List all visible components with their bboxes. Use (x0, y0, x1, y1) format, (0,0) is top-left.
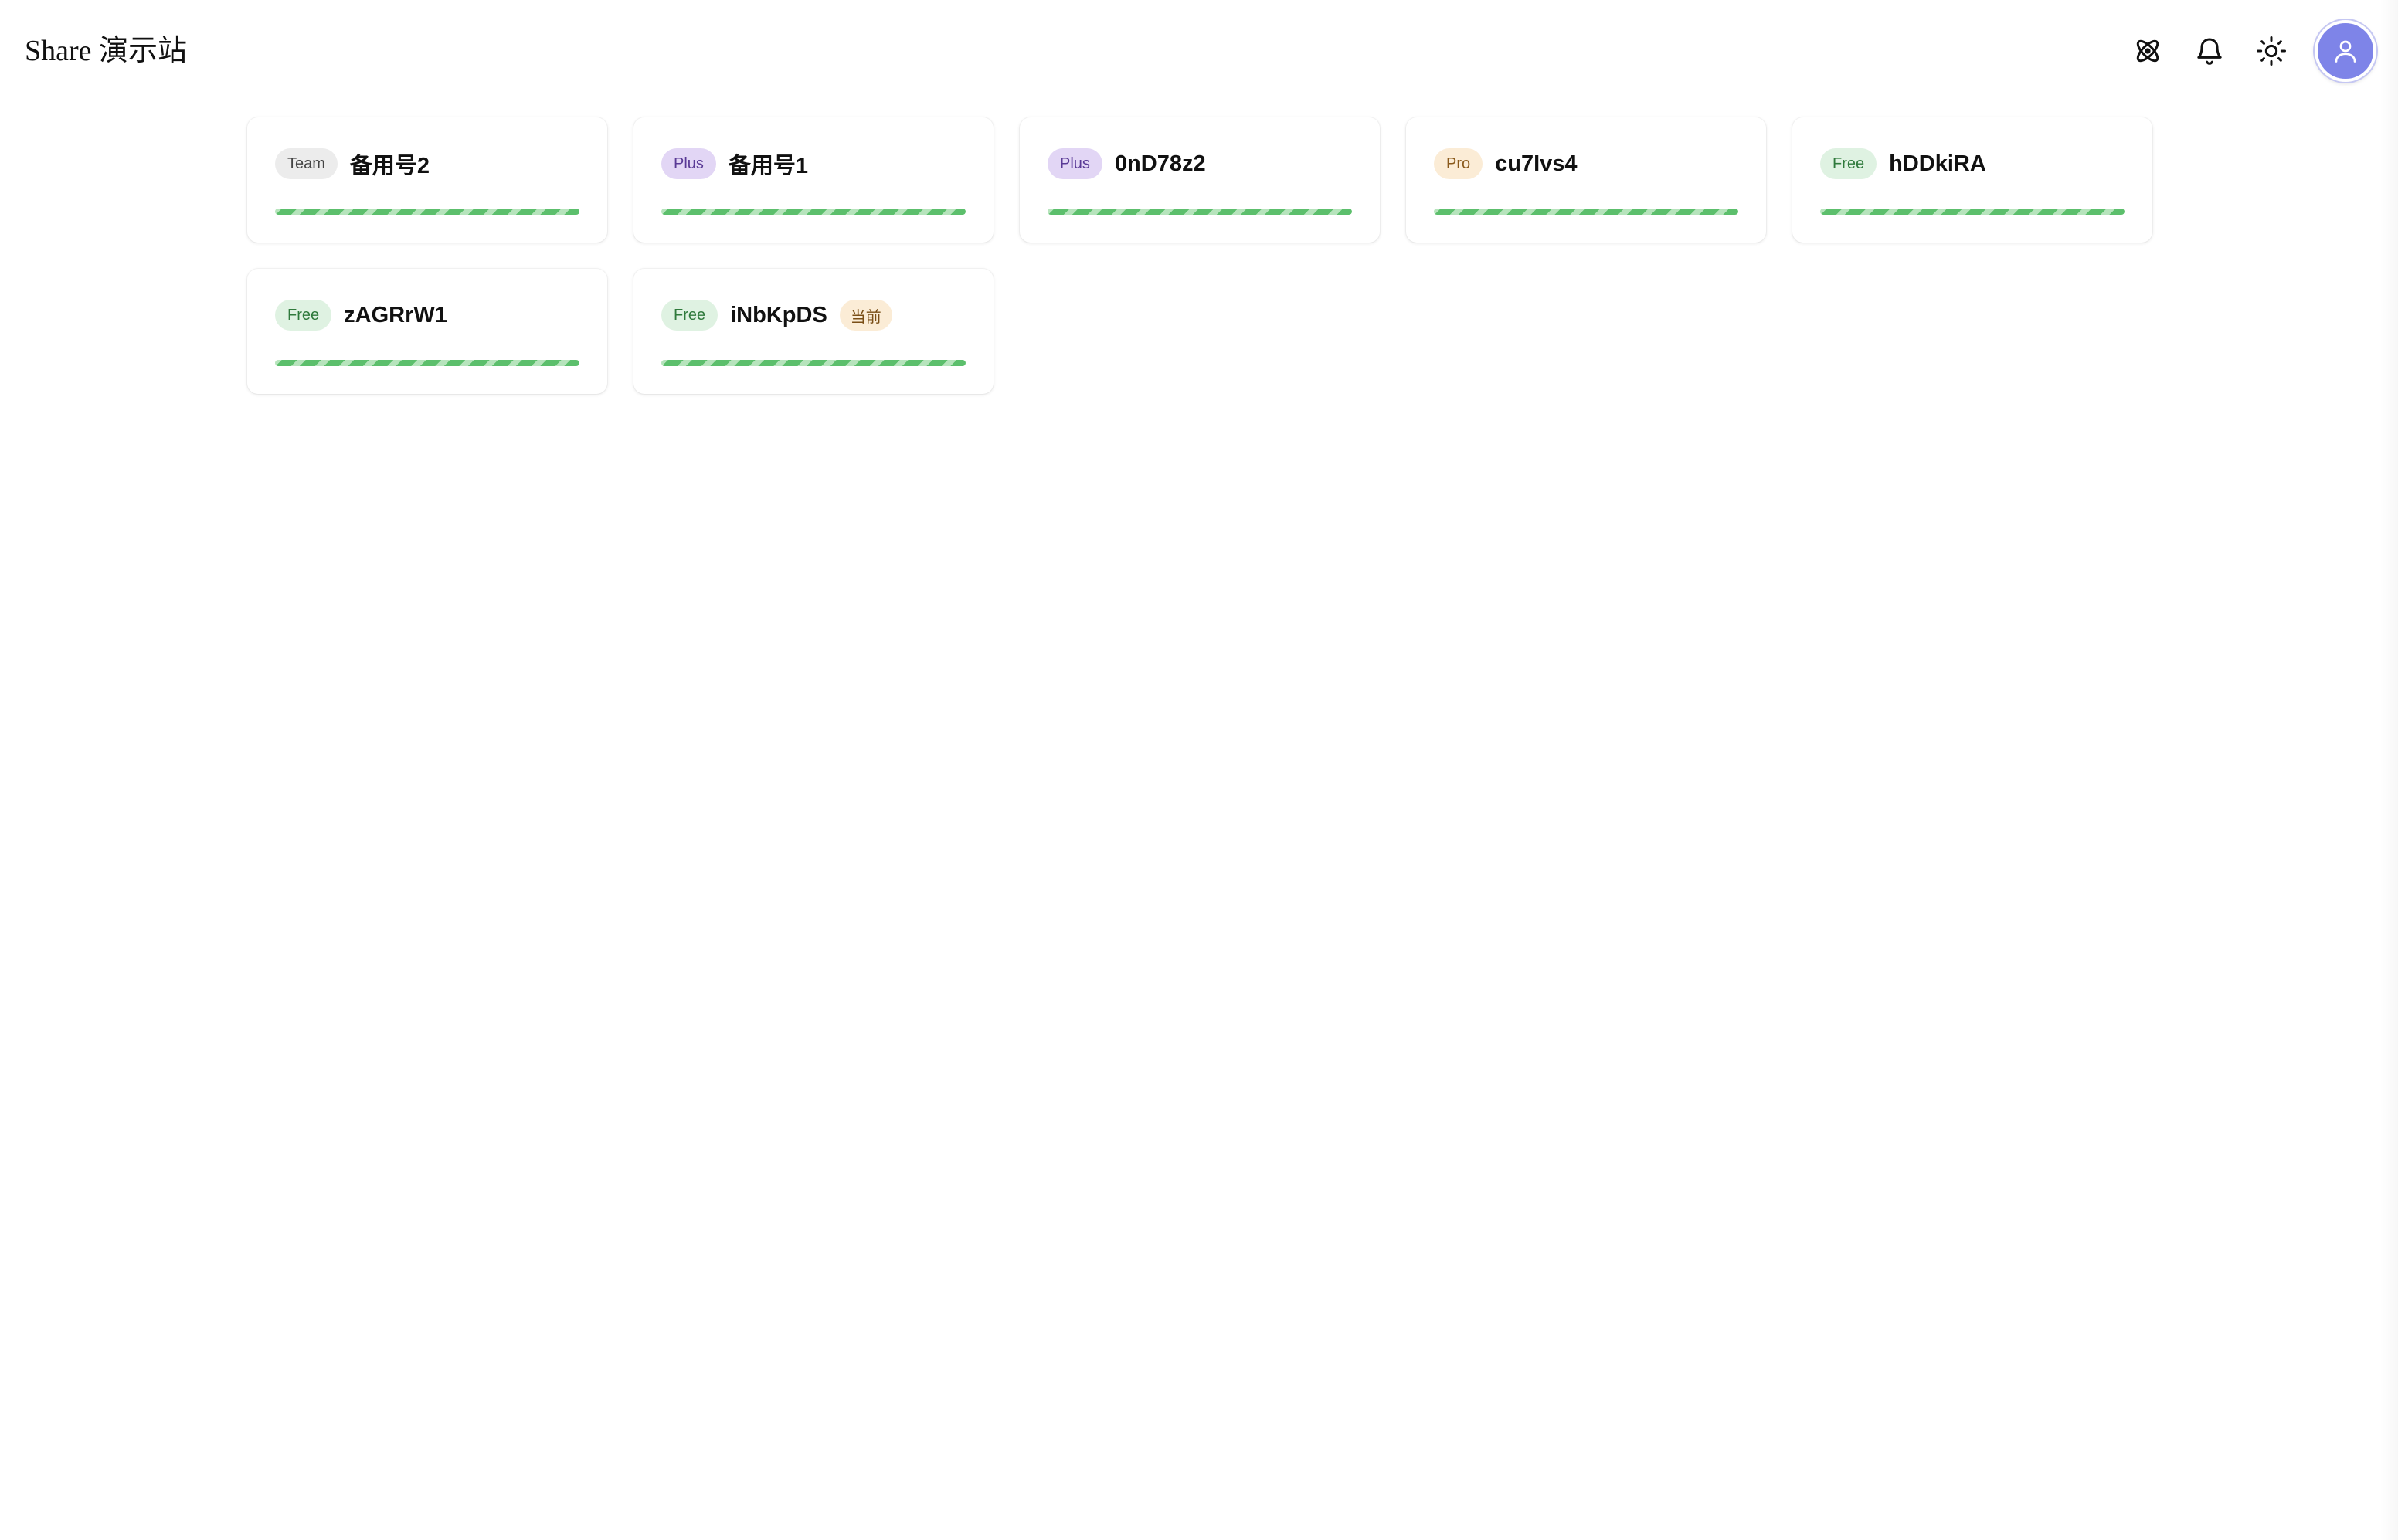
account-name: 备用号1 (728, 154, 809, 178)
top-actions (2129, 20, 2376, 82)
usage-progress-bar (661, 209, 966, 215)
card-header: Free iNbKpDS 当前 (661, 298, 892, 332)
theme-toggle-button[interactable] (2253, 32, 2290, 70)
account-grid: Team 备用号2 Plus 备用号1 Plus 0nD78z2 Pro cu7Ivs4 Fre… (247, 117, 2152, 394)
plan-badge: Plus (661, 148, 716, 179)
scroll-edge (2379, 0, 2398, 1540)
bell-icon (2197, 38, 2222, 65)
user-icon (2335, 40, 2356, 63)
card-header: Plus 0nD78z2 (1048, 147, 1206, 181)
account-name: iNbKpDS (730, 302, 827, 327)
card-header: Pro cu7Ivs4 (1434, 147, 1578, 181)
plan-badge: Free (661, 300, 718, 331)
usage-progress-fill (275, 360, 579, 366)
usage-progress-bar (275, 360, 579, 366)
account-name: cu7Ivs4 (1495, 151, 1578, 176)
plan-badge: Free (1820, 148, 1877, 179)
usage-progress-fill (1434, 209, 1738, 215)
usage-progress-fill (1048, 209, 1352, 215)
usage-progress-bar (1434, 209, 1738, 215)
usage-progress-fill (661, 209, 966, 215)
usage-progress-fill (275, 209, 579, 215)
account-card[interactable]: Free hDDkiRA (1792, 117, 2152, 243)
account-card[interactable]: Plus 0nD78z2 (1020, 117, 1380, 243)
sun-icon (2257, 36, 2286, 66)
atom-button[interactable] (2129, 32, 2166, 70)
atom-icon (2136, 39, 2159, 63)
card-header: Plus 备用号1 (661, 147, 808, 181)
card-header: Team 备用号2 (275, 147, 430, 181)
account-name: 备用号2 (349, 154, 430, 178)
avatar[interactable] (2315, 20, 2376, 82)
usage-progress-bar (1820, 209, 2125, 215)
plan-badge: Free (275, 300, 332, 331)
usage-progress-bar (1048, 209, 1352, 215)
usage-progress-bar (661, 360, 966, 366)
account-card[interactable]: Plus 备用号1 (633, 117, 994, 243)
account-card[interactable]: Pro cu7Ivs4 (1406, 117, 1766, 243)
account-name: 0nD78z2 (1114, 151, 1206, 176)
plan-badge: Plus (1048, 148, 1102, 179)
usage-progress-fill (661, 360, 966, 366)
plan-badge: Team (275, 148, 338, 179)
account-card[interactable]: Free iNbKpDS 当前 (633, 269, 994, 394)
account-name: hDDkiRA (1889, 151, 1986, 176)
account-card[interactable]: Free zAGRrW1 (247, 269, 607, 394)
usage-progress-fill (1820, 209, 2125, 215)
notifications-button[interactable] (2191, 32, 2228, 70)
plan-badge: Pro (1434, 148, 1483, 179)
card-header: Free hDDkiRA (1820, 147, 1986, 181)
site-title[interactable]: Share 演示站 (25, 29, 187, 73)
card-header: Free zAGRrW1 (275, 298, 447, 332)
usage-progress-bar (275, 209, 579, 215)
top-bar: Share 演示站 (0, 0, 2398, 102)
current-badge: 当前 (839, 300, 892, 331)
account-name: zAGRrW1 (344, 302, 447, 327)
account-card[interactable]: Team 备用号2 (247, 117, 607, 243)
